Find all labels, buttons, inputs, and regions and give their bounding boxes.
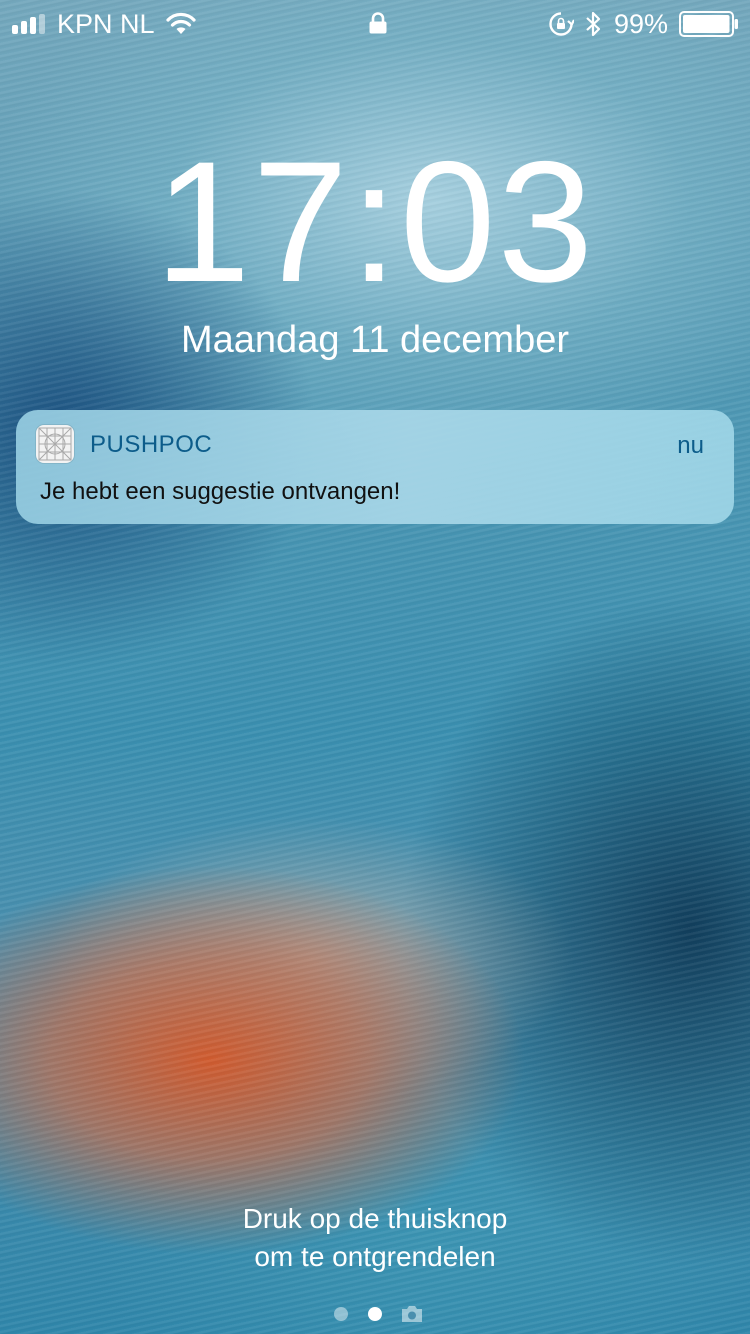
unlock-hint-line-1: Druk op de thuisknop bbox=[242, 1203, 508, 1234]
status-bar: KPN NL 99% bbox=[0, 0, 750, 48]
notification-message: Je hebt een suggestie ontvangen! bbox=[40, 478, 401, 505]
rotation-lock-icon bbox=[549, 12, 574, 36]
notification-time: nu bbox=[677, 432, 704, 459]
app-icon bbox=[36, 425, 74, 463]
bluetooth-icon bbox=[586, 11, 601, 37]
wifi-icon bbox=[166, 12, 196, 34]
page-dot[interactable] bbox=[334, 1307, 348, 1321]
battery-percentage: 99% bbox=[614, 9, 669, 39]
signal-icon bbox=[12, 14, 45, 34]
lock-screen-date: Maandag 11 december bbox=[181, 319, 569, 361]
carrier-name: KPN NL bbox=[57, 9, 155, 39]
notification-app-name: PUSHPOC bbox=[90, 431, 213, 458]
notification-banner[interactable]: PUSHPOC nu Je hebt een suggestie ontvang… bbox=[16, 410, 734, 524]
page-dot-active[interactable] bbox=[368, 1307, 382, 1321]
unlock-hint-line-2: om te ontgrendelen bbox=[254, 1241, 496, 1272]
camera-icon[interactable] bbox=[400, 1303, 424, 1325]
lock-icon bbox=[369, 12, 387, 34]
page-indicator bbox=[0, 1300, 750, 1328]
unlock-hint: Druk op de thuisknop om te ontgrendelen bbox=[0, 1200, 750, 1276]
battery-icon bbox=[679, 11, 738, 37]
lock-screen-clock: 17:03 bbox=[154, 126, 596, 318]
